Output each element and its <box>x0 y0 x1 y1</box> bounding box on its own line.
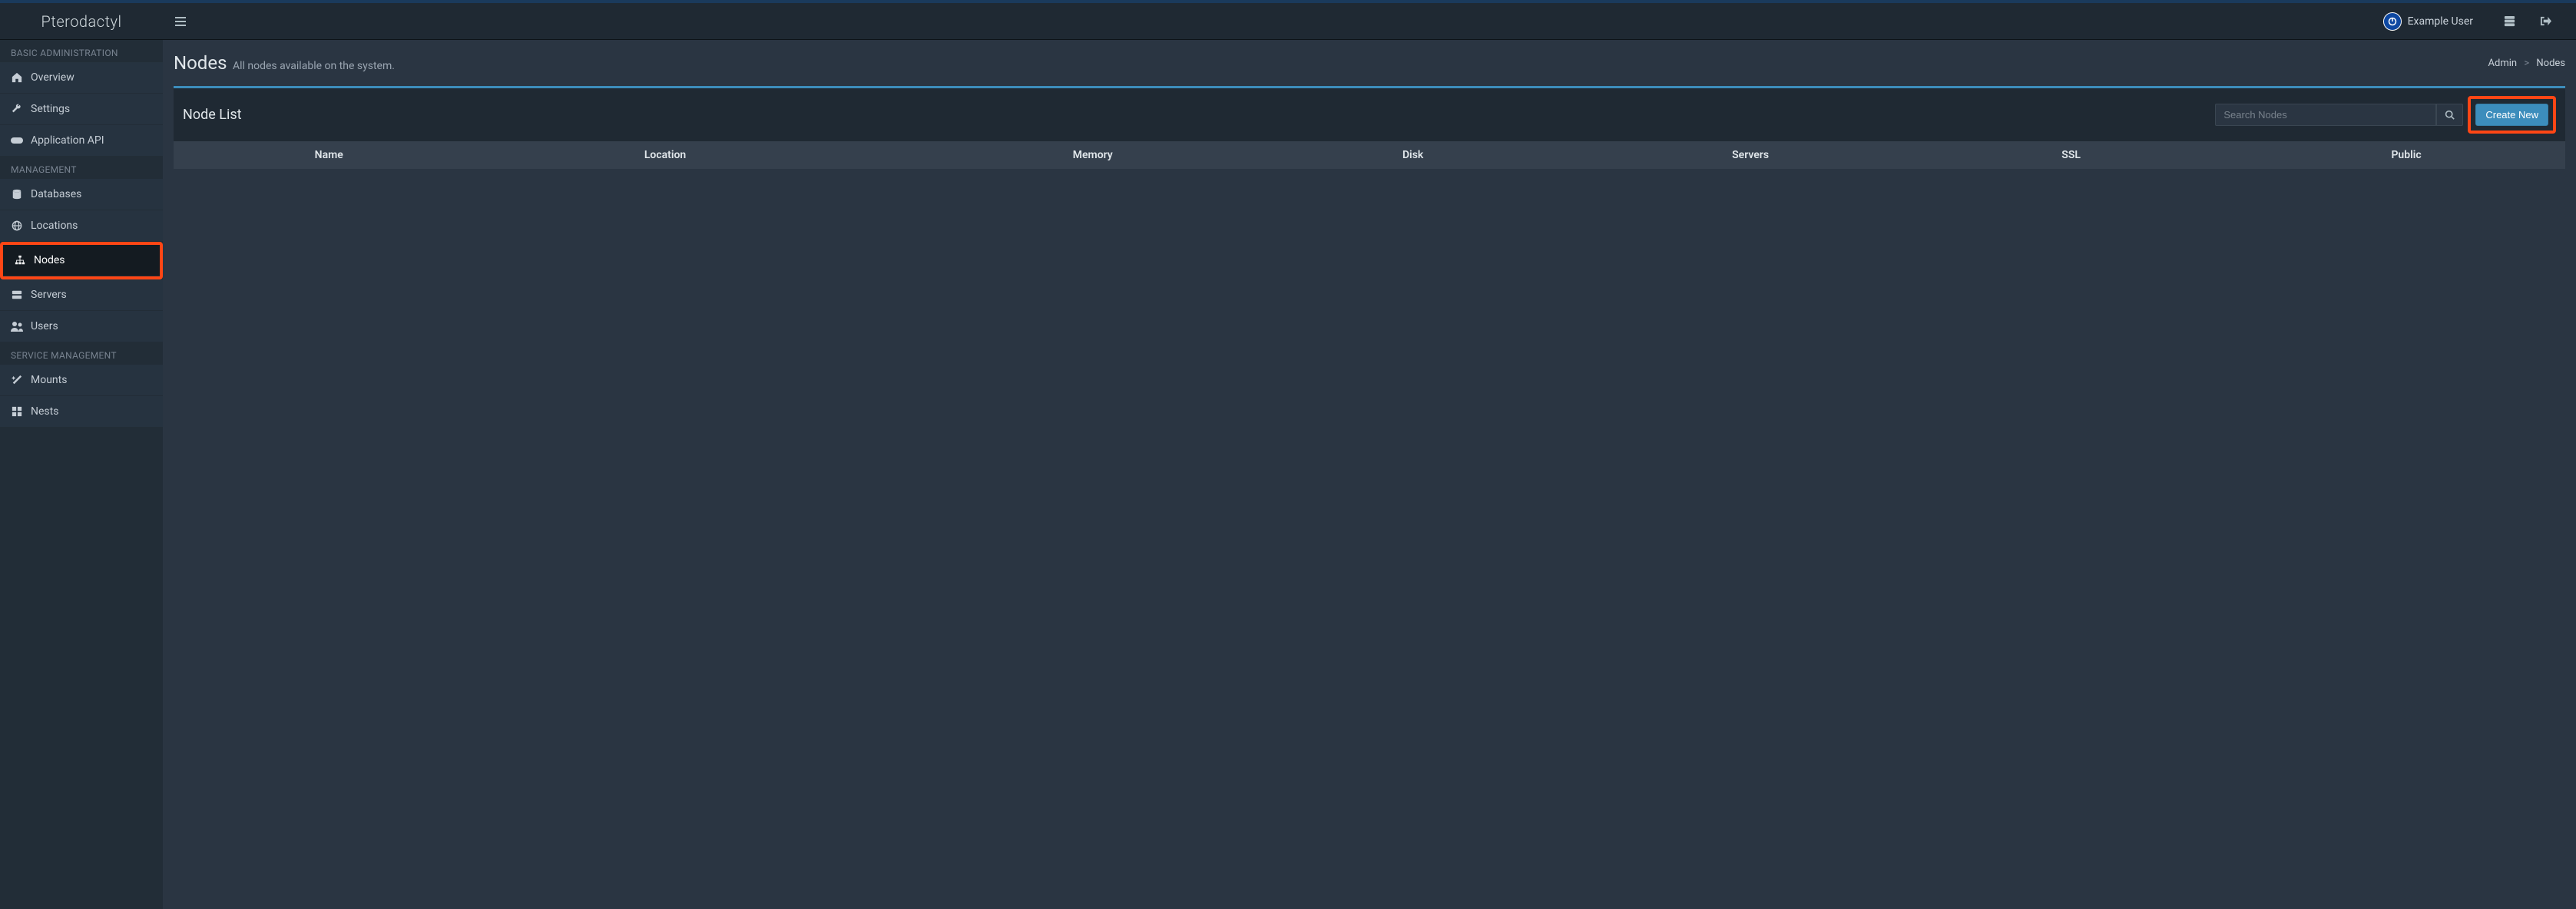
breadcrumb: Admin > Nodes <box>2488 58 2565 69</box>
page-subtitle: All nodes available on the system. <box>233 60 395 72</box>
table-col-disk: Disk <box>1402 149 1732 161</box>
table-col-blank <box>183 149 315 161</box>
sidebar-item-databases[interactable]: Databases <box>0 179 163 210</box>
sidebar-item-locations[interactable]: Locations <box>0 210 163 241</box>
box-title: Node List <box>183 107 242 123</box>
home-icon <box>11 72 23 83</box>
table-col-location: Location <box>644 149 1073 161</box>
breadcrumb-separator: > <box>2524 58 2529 69</box>
sidebar-item-label: Mounts <box>31 374 67 386</box>
sidebar-item-label: Overview <box>31 71 74 84</box>
sidebar-item-label: Application API <box>31 134 104 147</box>
users-icon <box>11 321 23 332</box>
sidebar-item-api[interactable]: Application API <box>0 125 163 156</box>
sign-out-icon <box>2540 15 2551 27</box>
table-col-public: Public <box>2391 149 2556 161</box>
sidebar-item-label: Users <box>31 320 58 332</box>
table-col-servers: Servers <box>1732 149 2061 161</box>
sidebar-item-overview[interactable]: Overview <box>0 62 163 93</box>
search-button[interactable] <box>2436 104 2463 126</box>
search-input[interactable] <box>2215 104 2436 126</box>
create-new-button[interactable]: Create New <box>2475 104 2548 126</box>
username-label[interactable]: Example User <box>2408 15 2473 28</box>
breadcrumb-root[interactable]: Admin <box>2488 58 2518 69</box>
sidebar-item-nests[interactable]: Nests <box>0 396 163 427</box>
page-title: Nodes <box>174 52 227 74</box>
table-col-ssl: SSL <box>2061 149 2391 161</box>
brand-logo[interactable]: Pterodactyl <box>0 12 163 31</box>
sidebar-item-label: Locations <box>31 220 78 232</box>
breadcrumb-current: Nodes <box>2536 58 2565 69</box>
sidebar-item-label: Databases <box>31 188 81 200</box>
sidebar-section-basic: BASIC ADMINISTRATION <box>0 40 163 62</box>
logout-button[interactable] <box>2531 15 2561 27</box>
sidebar-item-servers[interactable]: Servers <box>0 279 163 310</box>
database-icon <box>11 189 23 200</box>
sidebar-item-mounts[interactable]: Mounts <box>0 365 163 395</box>
globe-icon <box>11 220 23 231</box>
highlight-create-new: Create New <box>2468 96 2556 134</box>
wrench-icon <box>11 104 23 114</box>
power-icon <box>2388 17 2397 26</box>
sidebar-item-nodes[interactable]: Nodes <box>3 245 160 276</box>
main-content: Nodes All nodes available on the system.… <box>163 40 2576 909</box>
sidebar-item-label: Settings <box>31 103 70 115</box>
sidebar-section-service: SERVICE MANAGEMENT <box>0 342 163 365</box>
table-col-name: Name <box>315 149 644 161</box>
sidebar-item-label: Nodes <box>34 254 65 266</box>
search-icon <box>2445 110 2455 120</box>
table-col-memory: Memory <box>1073 149 1402 161</box>
server-icon <box>11 289 23 300</box>
sidebar-item-label: Nests <box>31 405 58 418</box>
sidebar-nav: BASIC ADMINISTRATION Overview Settings A… <box>0 40 163 909</box>
magic-icon <box>11 375 23 385</box>
th-large-icon <box>11 406 23 417</box>
highlight-nodes: Nodes <box>0 242 163 279</box>
top-header: Pterodactyl Example User <box>0 3 2576 40</box>
server-icon <box>2504 15 2515 27</box>
table-header-row: Name Location Memory Disk Servers SSL Pu… <box>174 141 2565 169</box>
server-list-button[interactable] <box>2495 15 2525 27</box>
sidebar-item-users[interactable]: Users <box>0 311 163 342</box>
bars-icon <box>175 16 186 27</box>
gamepad-icon <box>11 136 23 145</box>
node-list-box: Node List Create New Name Locatio <box>174 86 2565 169</box>
sidebar-section-management: MANAGEMENT <box>0 157 163 179</box>
sidebar-item-settings[interactable]: Settings <box>0 94 163 124</box>
sidebar-item-label: Servers <box>31 289 67 301</box>
user-avatar[interactable] <box>2383 12 2402 31</box>
sidebar-toggle-button[interactable] <box>163 16 198 27</box>
sitemap-icon <box>14 255 26 266</box>
